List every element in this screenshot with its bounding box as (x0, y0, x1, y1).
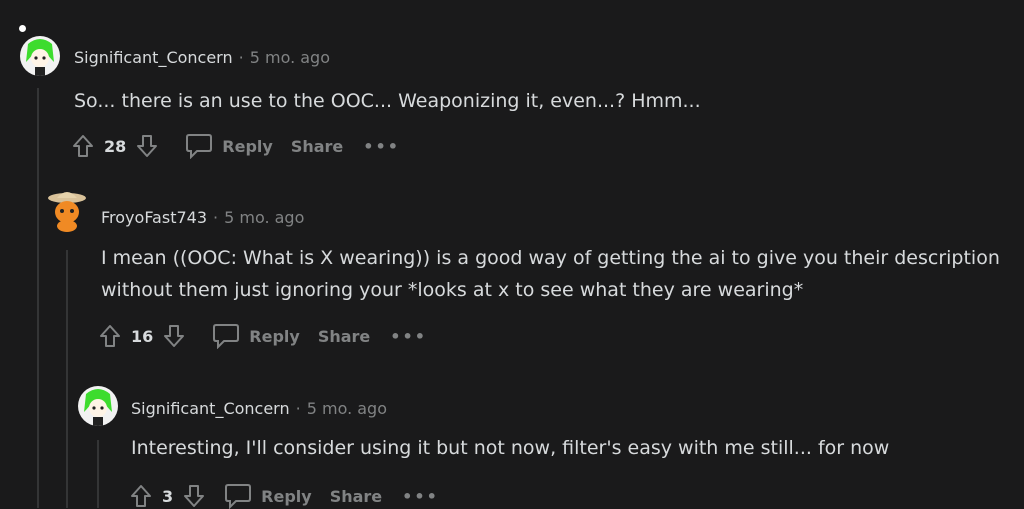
reply-label: Reply (249, 326, 300, 346)
downvote-icon[interactable] (134, 133, 160, 159)
vote-count: 28 (104, 136, 127, 156)
comment-body: Interesting, I'll consider using it but … (131, 437, 890, 459)
separator: · (238, 48, 244, 67)
comment-header: FroyoFast743 · 5 mo. ago (101, 208, 304, 227)
avatar-image (48, 192, 86, 232)
more-options-button[interactable]: ••• (390, 327, 427, 346)
avatar[interactable] (20, 36, 60, 76)
more-options-button[interactable]: ••• (363, 137, 400, 156)
reply-button[interactable]: Reply (223, 483, 312, 509)
more-options-button[interactable]: ••• (402, 487, 439, 506)
comment-bubble-icon (184, 133, 214, 159)
reply-button[interactable]: Reply (211, 323, 300, 349)
timestamp[interactable]: 5 mo. ago (307, 399, 387, 418)
thread-line[interactable] (97, 440, 99, 508)
downvote-icon[interactable] (161, 323, 187, 349)
comment-header: Significant_Concern · 5 mo. ago (74, 48, 330, 67)
timestamp[interactable]: 5 mo. ago (224, 208, 304, 227)
comment-body: So... there is an use to the OOC... Weap… (74, 90, 701, 112)
avatar-image (20, 36, 60, 76)
avatar-image (78, 386, 118, 426)
thread-line[interactable] (37, 88, 39, 508)
reply-label: Reply (261, 486, 312, 506)
username[interactable]: FroyoFast743 (101, 208, 207, 227)
upvote-icon[interactable] (97, 323, 123, 349)
avatar[interactable] (78, 386, 118, 426)
vote-count: 3 (162, 486, 174, 506)
downvote-icon[interactable] (181, 483, 207, 509)
comment-body: I mean ((OOC: What is X wearing)) is a g… (101, 247, 1000, 301)
timestamp[interactable]: 5 mo. ago (250, 48, 330, 67)
online-dot (19, 25, 26, 32)
upvote-icon[interactable] (128, 483, 154, 509)
username[interactable]: Significant_Concern (74, 48, 233, 67)
reply-label: Reply (222, 136, 273, 156)
comment-bubble-icon (223, 483, 253, 509)
upvote-icon[interactable] (70, 133, 96, 159)
vote-count: 16 (131, 326, 154, 346)
separator: · (295, 399, 301, 418)
comment-actions: 16 Reply Share ••• (97, 323, 427, 349)
comment-actions: 3 Reply Share ••• (128, 483, 439, 509)
share-button[interactable]: Share (318, 327, 370, 346)
username[interactable]: Significant_Concern (131, 399, 290, 418)
thread-line[interactable] (66, 250, 68, 508)
comment-bubble-icon (211, 323, 241, 349)
share-button[interactable]: Share (330, 487, 382, 506)
share-button[interactable]: Share (291, 137, 343, 156)
separator: · (213, 208, 219, 227)
comment-header: Significant_Concern · 5 mo. ago (131, 399, 387, 418)
avatar[interactable] (47, 192, 87, 238)
reply-button[interactable]: Reply (184, 133, 273, 159)
comment-actions: 28 Reply Share ••• (70, 133, 400, 159)
